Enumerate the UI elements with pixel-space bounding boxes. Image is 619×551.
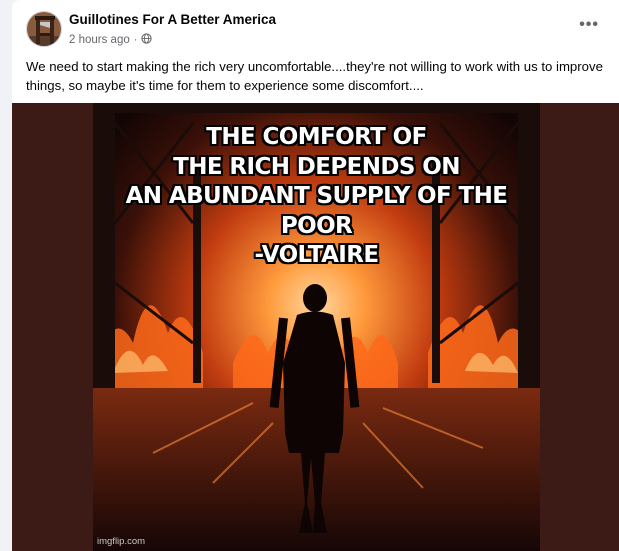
imgflip-watermark: imgflip.com	[97, 536, 146, 547]
post-card: Guillotines For A Better America 2 hours…	[12, 0, 619, 551]
guillotine-avatar-image	[27, 12, 61, 46]
meme-image[interactable]: THE COMFORT OF THE RICH DEPENDS ON AN AB…	[93, 103, 540, 551]
more-options-button[interactable]: •••	[579, 16, 599, 34]
meta-separator: ·	[133, 34, 138, 46]
meme-line-2: THE RICH DEPENDS ON	[173, 153, 460, 180]
post-meta: 2 hours ago ·	[69, 33, 153, 47]
post-timestamp[interactable]: 2 hours ago	[69, 34, 130, 46]
group-name-link[interactable]: Guillotines For A Better America	[69, 12, 276, 27]
meme-line-4: -VOLTAIRE	[254, 242, 380, 268]
meme-line-1: THE COMFORT OF	[206, 124, 427, 150]
globe-icon	[141, 33, 153, 47]
meme-quote: THE COMFORT OF THE RICH DEPENDS ON AN AB…	[93, 123, 540, 271]
group-avatar[interactable]	[26, 11, 62, 47]
post-media[interactable]: THE COMFORT OF THE RICH DEPENDS ON AN AB…	[12, 103, 619, 551]
meme-line-3: AN ABUNDANT SUPPLY OF THE POOR	[125, 183, 508, 239]
post-body-text: We need to start making the rich very un…	[26, 59, 603, 93]
